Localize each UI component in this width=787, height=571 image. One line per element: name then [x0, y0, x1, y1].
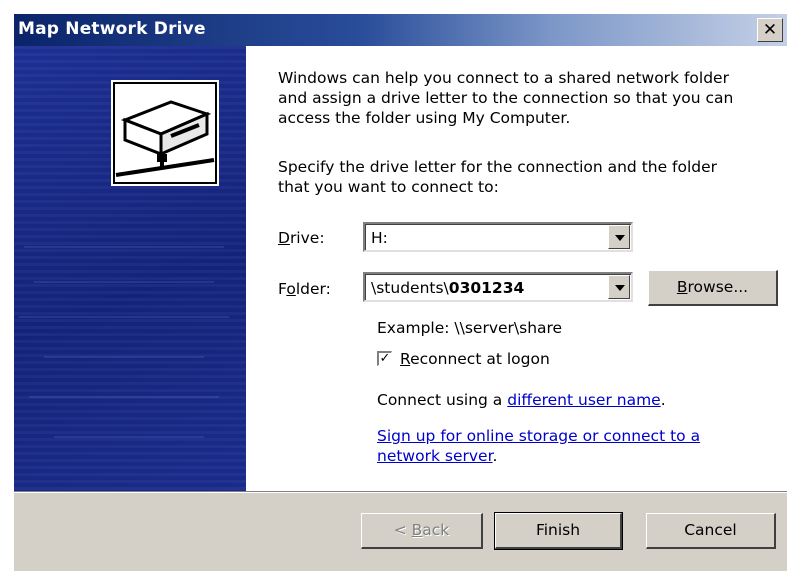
different-user-name-link[interactable]: different user name — [507, 391, 660, 409]
instruction-line-2: that you want to connect to: — [278, 178, 499, 196]
intro-line-1: Windows can help you connect to a shared… — [278, 69, 729, 87]
panel-decoration — [19, 316, 229, 318]
network-drive-icon — [111, 80, 219, 186]
panel-decoration — [44, 356, 204, 358]
intro-line-2: and assign a drive letter to the connect… — [278, 89, 734, 107]
folder-value[interactable]: \students\0301234 — [371, 279, 524, 297]
chevron-down-icon[interactable] — [608, 275, 630, 299]
panel-decoration — [29, 396, 219, 398]
drive-select[interactable]: H: — [363, 222, 633, 252]
back-button[interactable]: < Back — [361, 513, 483, 549]
intro-line-3: access the folder using My Computer. — [278, 109, 571, 127]
chevron-down-icon[interactable] — [608, 225, 630, 249]
signup-line-1: Sign up for online storage or connect to… — [377, 426, 700, 446]
folder-label: Folder: — [278, 280, 331, 298]
drive-value: H: — [371, 229, 388, 247]
browse-button[interactable]: Browse... — [648, 270, 778, 306]
wizard-body: Windows can help you connect to a shared… — [14, 46, 787, 491]
map-network-drive-dialog: Map Network Drive ✕ Windows can help you… — [14, 14, 787, 571]
panel-decoration — [34, 281, 214, 283]
folder-example: Example: \\server\share — [377, 319, 563, 337]
connect-using-text: Connect using a different user name. — [377, 391, 666, 409]
finish-button[interactable]: Finish — [494, 512, 623, 550]
panel-decoration — [24, 246, 224, 248]
signup-line-2: network server. — [377, 447, 498, 465]
folder-combobox[interactable]: \students\0301234 — [363, 272, 633, 302]
drive-label: Drive: — [278, 229, 325, 247]
wizard-content: Windows can help you connect to a shared… — [278, 46, 778, 491]
signup-link[interactable]: Sign up for online storage or connect to… — [377, 427, 700, 445]
close-button[interactable]: ✕ — [757, 18, 783, 42]
panel-decoration — [54, 436, 204, 438]
close-icon: ✕ — [762, 20, 778, 40]
reconnect-label[interactable]: Reconnect at logon — [400, 349, 550, 369]
title-bar[interactable]: Map Network Drive ✕ — [14, 14, 787, 46]
instruction-line-1: Specify the drive letter for the connect… — [278, 158, 718, 176]
footer-divider-highlight — [14, 492, 787, 493]
network-server-link[interactable]: network server — [377, 447, 493, 465]
window-title: Map Network Drive — [18, 19, 206, 39]
checkmark-icon: ✓ — [379, 351, 391, 366]
wizard-side-panel — [14, 46, 246, 491]
cancel-button[interactable]: Cancel — [646, 513, 776, 549]
reconnect-checkbox[interactable]: ✓ — [377, 351, 392, 366]
